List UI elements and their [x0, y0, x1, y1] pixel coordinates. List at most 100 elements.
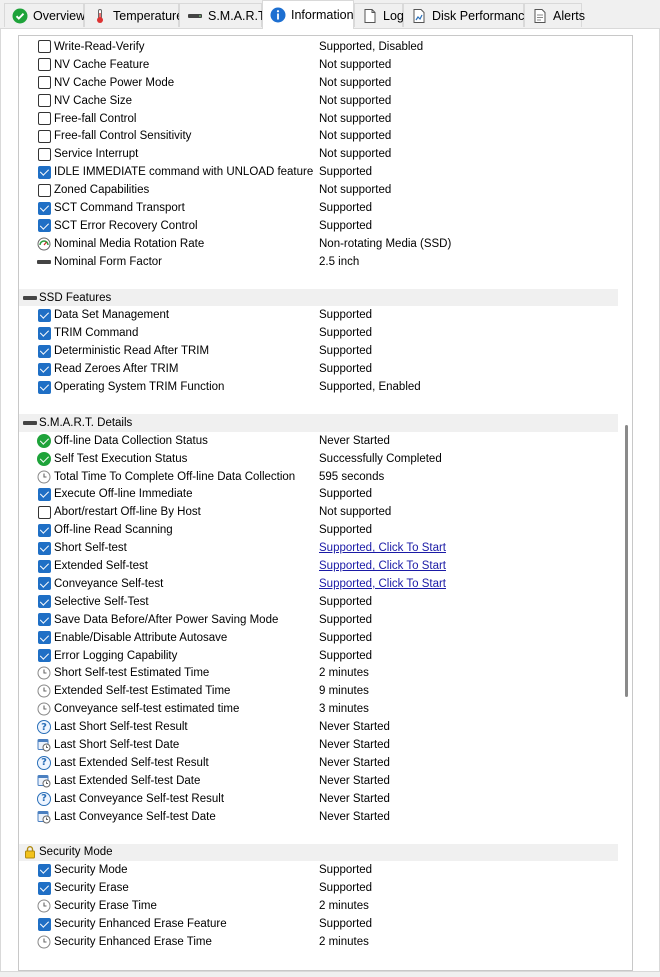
vertical-scrollbar[interactable]: [618, 36, 632, 970]
list-item[interactable]: Off-line Data Collection Status Never Sta…: [19, 432, 620, 450]
list-item[interactable]: Operating System TRIM Function Supported,…: [19, 378, 620, 396]
list-item[interactable]: Security Enhanced Erase Time 2 minutes: [19, 933, 620, 951]
list-item[interactable]: Total Time To Complete Off-line Data Col…: [19, 468, 620, 486]
list-item[interactable]: Conveyance Self-test Supported, Click To …: [19, 575, 620, 593]
list-item[interactable]: Nominal Form Factor 2.5 inch: [19, 253, 620, 271]
list-item[interactable]: Conveyance self-test estimated time 3 min…: [19, 700, 620, 718]
tab-label: Log: [383, 8, 404, 23]
property-value: Supported: [319, 864, 373, 877]
property-name: NV Cache Feature: [54, 58, 150, 71]
tab-smart[interactable]: S.M.A.R.T.: [179, 3, 268, 27]
property-name: Conveyance Self-test: [54, 577, 164, 590]
checkbox-checked-icon: [37, 326, 51, 340]
property-name: Off-line Read Scanning: [54, 524, 173, 537]
list-item[interactable]: Enable/Disable Attribute Autosave Support…: [19, 629, 620, 647]
property-name: Extended Self-test: [54, 560, 148, 573]
list-item[interactable]: Service Interrupt Not supported: [19, 145, 620, 163]
property-name: Conveyance self-test estimated time: [54, 703, 240, 716]
list-item[interactable]: Selective Self-Test Supported: [19, 593, 620, 611]
list-item[interactable]: Security Erase Time 2 minutes: [19, 897, 620, 915]
property-name: Last Extended Self-test Date: [54, 774, 201, 787]
checkbox-checked-icon: [37, 577, 51, 591]
list-item[interactable]: Execute Off-line Immediate Supported: [19, 486, 620, 504]
list-item[interactable]: Extended Self-test Estimated Time 9 minut…: [19, 682, 620, 700]
property-name: Last Conveyance Self-test Date: [54, 810, 216, 823]
checkbox-checked-icon: [37, 344, 51, 358]
list-item[interactable]: Free-fall Control Sensitivity Not support…: [19, 128, 620, 146]
list-item[interactable]: SCT Error Recovery Control Supported: [19, 217, 620, 235]
list-item[interactable]: Deterministic Read After TRIM Supported: [19, 342, 620, 360]
list-item[interactable]: Security Mode Supported: [19, 861, 620, 879]
start-self-test-link[interactable]: Supported, Click To Start: [319, 542, 446, 554]
list-item[interactable]: Write-Read-Verify Supported, Disabled: [19, 38, 620, 56]
list-item[interactable]: Short Self-test Estimated Time 2 minutes: [19, 665, 620, 683]
list-item[interactable]: Last Conveyance Self-test Date Never Star…: [19, 808, 620, 826]
list-item[interactable]: Nominal Media Rotation Rate Non-rotating …: [19, 235, 620, 253]
property-value: Never Started: [319, 792, 390, 805]
list-item[interactable]: Short Self-test Supported, Click To Start: [19, 539, 620, 557]
list-item[interactable]: TRIM Command Supported: [19, 324, 620, 342]
information-list[interactable]: Write-Read-Verify Supported, Disabled NV C…: [18, 35, 633, 971]
tab-temperature[interactable]: Temperature: [84, 3, 183, 27]
property-name: NV Cache Power Mode: [54, 76, 175, 89]
list-item[interactable]: Self Test Execution Status Successfully C…: [19, 450, 620, 468]
property-value: Not supported: [319, 76, 392, 89]
list-item[interactable]: Security Enhanced Erase Feature Supported: [19, 915, 620, 933]
property-name: Security Erase: [54, 882, 129, 895]
start-self-test-link[interactable]: Supported, Click To Start: [319, 578, 446, 590]
list-item[interactable]: Zoned Capabilities Not supported: [19, 181, 620, 199]
clock-icon: [37, 899, 51, 913]
list-item[interactable]: Abort/restart Off-line By Host Not suppor…: [19, 503, 620, 521]
property-name: Short Self-test: [54, 542, 127, 555]
drive-icon: [187, 8, 203, 24]
property-value: Not supported: [319, 148, 392, 161]
checkbox-unchecked-icon: [37, 94, 51, 108]
property-value: 9 minutes: [319, 685, 369, 698]
list-item[interactable]: ? Last Short Self-test Result Never Starte…: [19, 718, 620, 736]
list-item[interactable]: Off-line Read Scanning Supported: [19, 521, 620, 539]
property-name: Deterministic Read After TRIM: [54, 345, 210, 358]
section-header[interactable]: Security Mode: [19, 843, 620, 862]
list-item[interactable]: Extended Self-test Supported, Click To St…: [19, 557, 620, 575]
start-self-test-link[interactable]: Supported, Click To Start: [319, 560, 446, 572]
checkbox-unchecked-icon: [37, 183, 51, 197]
list-item[interactable]: Read Zeroes After TRIM Supported: [19, 360, 620, 378]
property-name: Security Enhanced Erase Time: [54, 935, 212, 948]
property-value: Never Started: [319, 774, 390, 787]
property-value: Supported: [319, 309, 373, 322]
list-item[interactable]: NV Cache Feature Not supported: [19, 56, 620, 74]
list-item[interactable]: NV Cache Power Mode Not supported: [19, 74, 620, 92]
section-header[interactable]: SSD Features: [19, 288, 620, 307]
property-name: Off-line Data Collection Status: [54, 434, 208, 447]
checkbox-unchecked-icon: [37, 76, 51, 90]
list-item[interactable]: Security Erase Supported: [19, 879, 620, 897]
tab-information[interactable]: Information: [262, 0, 354, 29]
list-item[interactable]: Free-fall Control Not supported: [19, 110, 620, 128]
list-item[interactable]: ? Last Extended Self-test Result Never Sta…: [19, 754, 620, 772]
section-header[interactable]: S.M.A.R.T. Details: [19, 413, 620, 432]
list-item[interactable]: Last Short Self-test Date Never Started: [19, 736, 620, 754]
property-value: Never Started: [319, 756, 390, 769]
list-item[interactable]: NV Cache Size Not supported: [19, 92, 620, 110]
checkbox-checked-icon: [37, 201, 51, 215]
tab-disk-performance[interactable]: Disk Performance: [403, 3, 531, 27]
list-item[interactable]: Data Set Management Supported: [19, 307, 620, 325]
rotation-gauge-icon: [37, 237, 51, 251]
list-item[interactable]: Save Data Before/After Power Saving Mode…: [19, 611, 620, 629]
list-item[interactable]: IDLE IMMEDIATE command with UNLOAD featu…: [19, 163, 620, 181]
tab-overview[interactable]: Overview: [4, 3, 85, 27]
property-value: Not supported: [319, 506, 392, 519]
list-item[interactable]: Last Extended Self-test Date Never Starte…: [19, 772, 620, 790]
list-item[interactable]: SCT Command Transport Supported: [19, 199, 620, 217]
property-value: Supported: [319, 649, 373, 662]
list-item[interactable]: Error Logging Capability Supported: [19, 647, 620, 665]
property-value: 595 seconds: [319, 470, 385, 483]
list-item[interactable]: ? Last Conveyance Self-test Result Never S…: [19, 790, 620, 808]
property-name: Error Logging Capability: [54, 649, 178, 662]
tab-log[interactable]: Log: [354, 3, 404, 27]
scrollbar-thumb[interactable]: [625, 425, 628, 697]
tab-alerts[interactable]: Alerts: [524, 3, 585, 27]
disk-performance-icon: [411, 8, 427, 24]
spacer-row: [19, 396, 620, 414]
property-name: Selective Self-Test: [54, 595, 149, 608]
